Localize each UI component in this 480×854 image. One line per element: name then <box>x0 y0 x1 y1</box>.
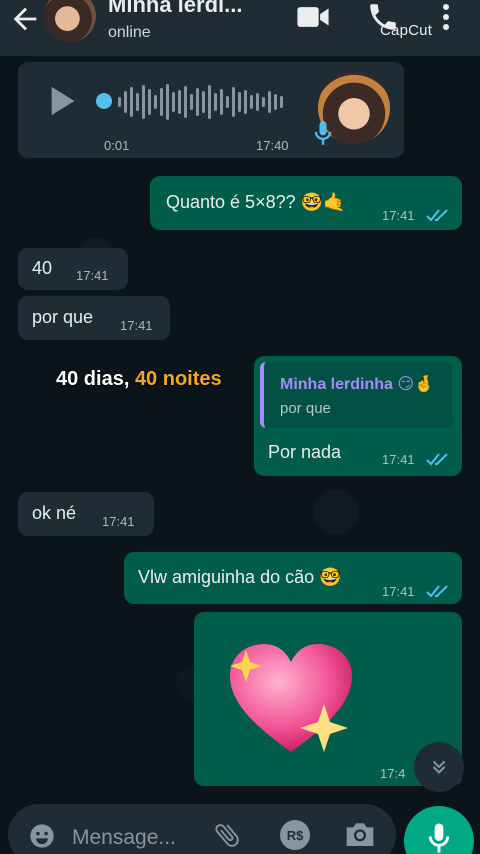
message-time: 17:40 <box>256 138 289 153</box>
message-composer[interactable]: Mensage... R$ <box>8 804 396 854</box>
mic-icon <box>428 823 450 853</box>
sparkling-heart-sticker <box>230 644 352 752</box>
back-arrow-icon[interactable] <box>8 2 42 36</box>
quoted-sender-name: Minha lerdinha 😏🤞 <box>280 376 434 393</box>
message-time: 17:4 <box>380 766 406 781</box>
audio-seek-handle[interactable] <box>96 93 112 109</box>
message-bubble-outgoing[interactable]: Quanto é 5×8?? 🤓🤙 17:41 <box>150 176 462 230</box>
message-time: 17:41 <box>382 584 415 599</box>
contact-name[interactable]: Minha lerdi... <box>108 0 242 18</box>
audio-message[interactable]: 0:01 17:40 <box>18 62 404 158</box>
double-chevron-down-icon <box>432 760 446 774</box>
video-caption-overlay: 40 dias, 40 noites <box>56 368 222 391</box>
camera-icon[interactable] <box>344 820 376 848</box>
play-icon[interactable] <box>48 84 78 118</box>
payment-button[interactable]: R$ <box>280 820 310 850</box>
message-bubble-incoming[interactable]: ok né 17:41 <box>18 492 154 536</box>
more-vert-icon[interactable] <box>438 2 454 32</box>
message-text: 40 <box>32 258 53 278</box>
attach-clip-icon[interactable] <box>212 820 242 850</box>
read-ticks-icon <box>426 453 448 466</box>
video-call-icon[interactable] <box>296 4 330 30</box>
message-time: 17:41 <box>382 208 415 223</box>
message-text: Por nada <box>268 442 342 462</box>
message-text: por que <box>32 307 94 327</box>
read-ticks-icon <box>426 585 448 598</box>
message-bubble-incoming[interactable]: 40 17:41 <box>18 248 128 290</box>
message-bubble-incoming[interactable]: por que 17:41 <box>18 296 170 340</box>
caption-part-2: 40 noites <box>134 368 222 390</box>
message-text: Vlw amiguinha do cão 🤓 <box>138 567 342 587</box>
message-time: 17:41 <box>76 268 109 283</box>
mic-icon <box>314 121 332 145</box>
message-text: ok né <box>32 503 77 523</box>
read-ticks-icon <box>426 209 448 222</box>
message-time: 17:41 <box>102 514 135 529</box>
message-bubble-outgoing-reply[interactable]: Minha lerdinha 😏🤞 por que Por nada 17:41 <box>254 356 462 476</box>
contact-avatar[interactable] <box>44 0 96 42</box>
audio-duration: 0:01 <box>104 138 130 153</box>
chat-header: Minha lerdi... online CapCut <box>0 0 480 56</box>
message-time: 17:41 <box>382 452 415 467</box>
message-text: Quanto é 5×8?? 🤓🤙 <box>166 192 346 212</box>
message-input[interactable]: Mensage... <box>72 826 176 850</box>
emoji-icon[interactable] <box>28 822 56 850</box>
quoted-text: por que <box>280 400 331 417</box>
message-time: 17:41 <box>120 318 153 333</box>
caption-part-1: 40 dias, <box>56 368 135 390</box>
capcut-watermark: CapCut <box>380 22 433 39</box>
quoted-message[interactable]: Minha lerdinha 😏🤞 por que <box>260 362 452 428</box>
message-bubble-outgoing[interactable]: Vlw amiguinha do cão 🤓 17:41 <box>124 552 462 604</box>
contact-status: online <box>108 24 151 41</box>
audio-waveform[interactable] <box>118 80 308 124</box>
scroll-to-bottom-button[interactable] <box>414 742 464 792</box>
